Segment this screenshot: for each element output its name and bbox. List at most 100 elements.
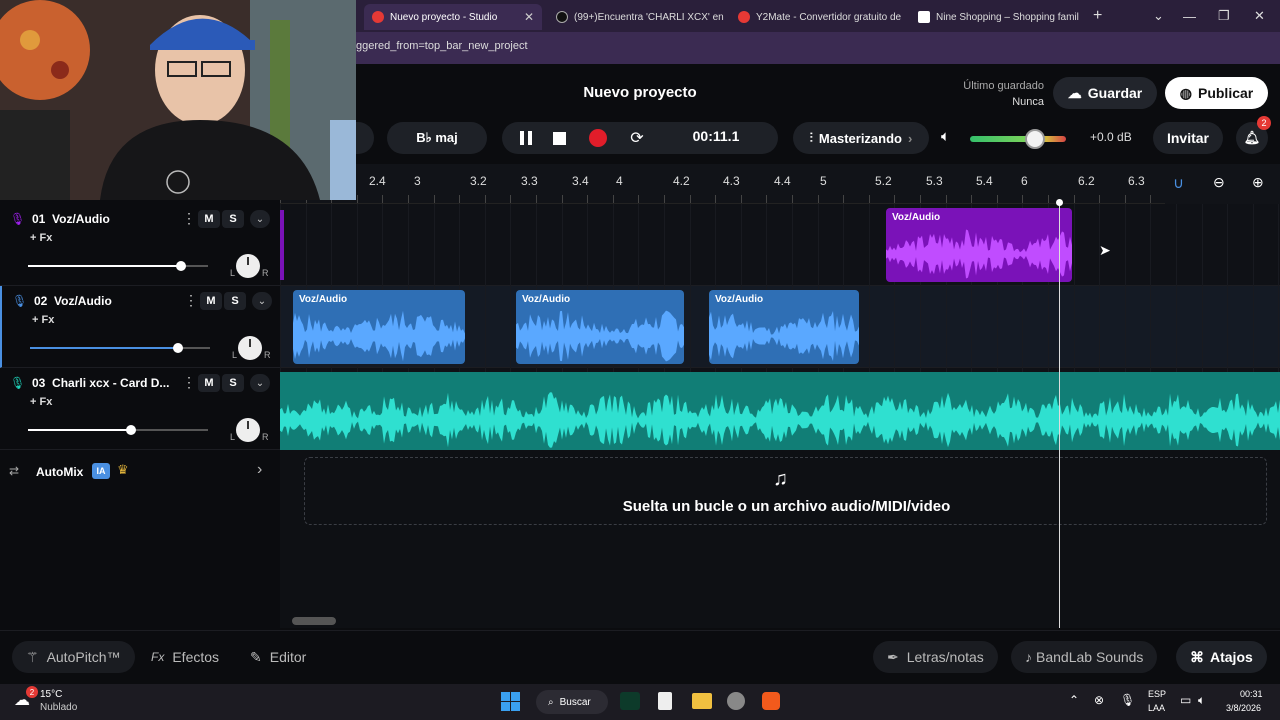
tab-list-chevron-icon[interactable]: ⌄: [1153, 0, 1164, 32]
stop-button[interactable]: [549, 128, 569, 148]
pan-knob[interactable]: [236, 254, 260, 278]
tray-chevron-icon[interactable]: ⌃: [1069, 693, 1079, 707]
tab-tiktok[interactable]: (99+)Encuentra 'CHARLI XCX' en: [548, 4, 726, 30]
playhead[interactable]: [1059, 202, 1060, 628]
bpm-chip[interactable]: [356, 122, 374, 154]
effects-label: Efectos: [172, 649, 220, 665]
mute-button[interactable]: M: [200, 292, 222, 310]
track-name[interactable]: 01 Voz/Audio: [32, 212, 172, 226]
pan-right-label: R: [262, 432, 269, 442]
record-button[interactable]: [588, 128, 608, 148]
close-tab-icon[interactable]: ✕: [516, 10, 534, 24]
zoom-in-icon[interactable]: ⊕: [1252, 174, 1264, 191]
new-tab-button[interactable]: +: [1093, 0, 1102, 32]
add-fx-button[interactable]: + Fx: [30, 232, 52, 244]
more-options-icon[interactable]: ⋮: [182, 374, 196, 391]
audio-clip[interactable]: Voz/Audio: [886, 208, 1072, 282]
lang-indicator[interactable]: ESP: [1148, 689, 1166, 699]
effects-button[interactable]: Fx Efectos: [137, 641, 233, 673]
solo-button[interactable]: S: [222, 374, 244, 392]
app-icon[interactable]: [727, 692, 745, 710]
track-name[interactable]: 02 Voz/Audio: [34, 294, 174, 308]
network-off-icon[interactable]: ⊗: [1094, 693, 1104, 707]
chevron-down-icon[interactable]: ⌄: [250, 374, 270, 392]
add-fx-button[interactable]: + Fx: [32, 314, 54, 326]
mute-button[interactable]: M: [198, 210, 220, 228]
track-header[interactable]: 🎙︎ 02 Voz/Audio ⋮ M S ⌄ + Fx L R: [0, 286, 280, 368]
waveform: [709, 311, 859, 361]
track-lane[interactable]: [280, 204, 1280, 286]
master-volume-knob[interactable]: [1025, 129, 1045, 149]
speaker-icon[interactable]: 🔈︎: [941, 128, 950, 145]
mic-tray-icon[interactable]: 🎙︎: [1120, 693, 1135, 707]
pan-knob[interactable]: [236, 418, 260, 442]
ai-badge: IA: [92, 463, 110, 479]
add-fx-button[interactable]: + Fx: [30, 396, 52, 408]
timeline-ruler[interactable]: 2.4 3 3.2 3.3 3.4 4 4.2 4.3 4.4 5 5.2 5.3 5.4 6 6.2 6.3: [280, 164, 1280, 204]
pause-button[interactable]: [516, 128, 536, 148]
app-waveform-icon[interactable]: [620, 692, 640, 710]
track-header[interactable]: 🎙︎ 03 Charli xcx - Card D... ⋮ M S ⌄ + Fx L R: [0, 368, 280, 450]
brave-taskbar-icon[interactable]: [762, 692, 780, 710]
track-title: Voz/Audio: [54, 294, 112, 308]
clip-label: Voz/Audio: [522, 294, 571, 305]
drop-zone[interactable]: ♫ Suelta un bucle o un archivo audio/MID…: [304, 457, 1267, 525]
track-volume-slider[interactable]: [30, 343, 210, 353]
minimize-icon[interactable]: —: [1183, 0, 1196, 32]
playhead-handle[interactable]: [1056, 199, 1063, 206]
mute-button[interactable]: M: [198, 374, 220, 392]
slider-knob[interactable]: [125, 425, 136, 435]
maximize-icon[interactable]: ❐: [1218, 0, 1230, 32]
pan-knob[interactable]: [238, 336, 262, 360]
loop-button[interactable]: ⟳: [627, 128, 647, 148]
mastering-button[interactable]: ⫶ Masterizando ›: [793, 122, 929, 154]
display-icon[interactable]: ▭: [1180, 693, 1191, 707]
taskbar-search[interactable]: ⌕ Buscar: [536, 690, 608, 714]
ruler-tick: [612, 195, 614, 203]
bandlab-sounds-button[interactable]: ♪ BandLab Sounds: [1011, 641, 1158, 673]
automix-row[interactable]: ⇄ AutoMix IA ♛ ›: [0, 454, 280, 490]
slider-knob[interactable]: [172, 343, 183, 353]
notepad-icon[interactable]: [658, 692, 672, 710]
audio-clip-continuous[interactable]: [280, 372, 1280, 450]
tab-nine-shopping[interactable]: Nine Shopping – Shopping famil: [910, 4, 1084, 30]
solo-button[interactable]: S: [222, 210, 244, 228]
project-title[interactable]: Nuevo proyecto: [540, 84, 740, 101]
webcam-image: [0, 0, 356, 200]
solo-button[interactable]: S: [224, 292, 246, 310]
lyrics-button[interactable]: ✒ Letras/notas: [873, 641, 998, 673]
publish-button[interactable]: ◍ Publicar: [1165, 77, 1268, 109]
more-options-icon[interactable]: ⋮: [182, 210, 196, 227]
zoom-out-icon[interactable]: ⊖: [1213, 174, 1225, 191]
track-volume-slider[interactable]: [28, 425, 208, 435]
chevron-down-icon[interactable]: ⌄: [252, 292, 272, 310]
url-field[interactable]: ggered_from=top_bar_new_project: [356, 40, 528, 52]
more-options-icon[interactable]: ⋮: [184, 292, 198, 309]
shortcuts-button[interactable]: ⌘ Atajos: [1176, 641, 1267, 673]
invite-button[interactable]: Invitar: [1153, 122, 1223, 154]
timeline-area[interactable]: Voz/Audio Voz/Audio Voz/Audio Voz/Audio: [280, 204, 1280, 628]
tab-studio[interactable]: Nuevo proyecto - Studio ✕: [364, 4, 542, 30]
command-icon: ⌘: [1190, 648, 1204, 665]
master-volume-meter[interactable]: [970, 136, 1066, 142]
save-button[interactable]: ☁ Guardar: [1053, 77, 1157, 109]
slider-knob[interactable]: [176, 261, 186, 271]
tab-y2mate[interactable]: Y2Mate - Convertidor gratuito de: [730, 4, 906, 30]
chevron-down-icon[interactable]: ⌄: [250, 210, 270, 228]
ruler-tick: [920, 195, 921, 203]
editor-button[interactable]: ✎ Editor: [236, 641, 320, 673]
magnet-snap-icon[interactable]: ∪: [1173, 174, 1184, 192]
track-header[interactable]: 🎙︎ 01 Voz/Audio ⋮ M S ⌄ + Fx L R: [0, 204, 280, 286]
audio-clip[interactable]: Voz/Audio: [709, 290, 859, 364]
volume-tray-icon[interactable]: 🔈︎: [1198, 693, 1205, 708]
track-volume-slider[interactable]: [28, 261, 208, 271]
windows-start-icon[interactable]: [501, 692, 520, 711]
horizontal-scrollbar[interactable]: [292, 617, 336, 625]
track-name[interactable]: 03 Charli xcx - Card D...: [32, 376, 172, 390]
audio-clip[interactable]: Voz/Audio: [293, 290, 465, 364]
audio-clip[interactable]: Voz/Audio: [516, 290, 684, 364]
key-selector[interactable]: B♭ maj: [387, 122, 487, 154]
close-window-icon[interactable]: ✕: [1254, 0, 1265, 32]
file-explorer-icon[interactable]: [692, 693, 712, 709]
autopitch-button[interactable]: ⚚ AutoPitch™: [12, 641, 135, 673]
